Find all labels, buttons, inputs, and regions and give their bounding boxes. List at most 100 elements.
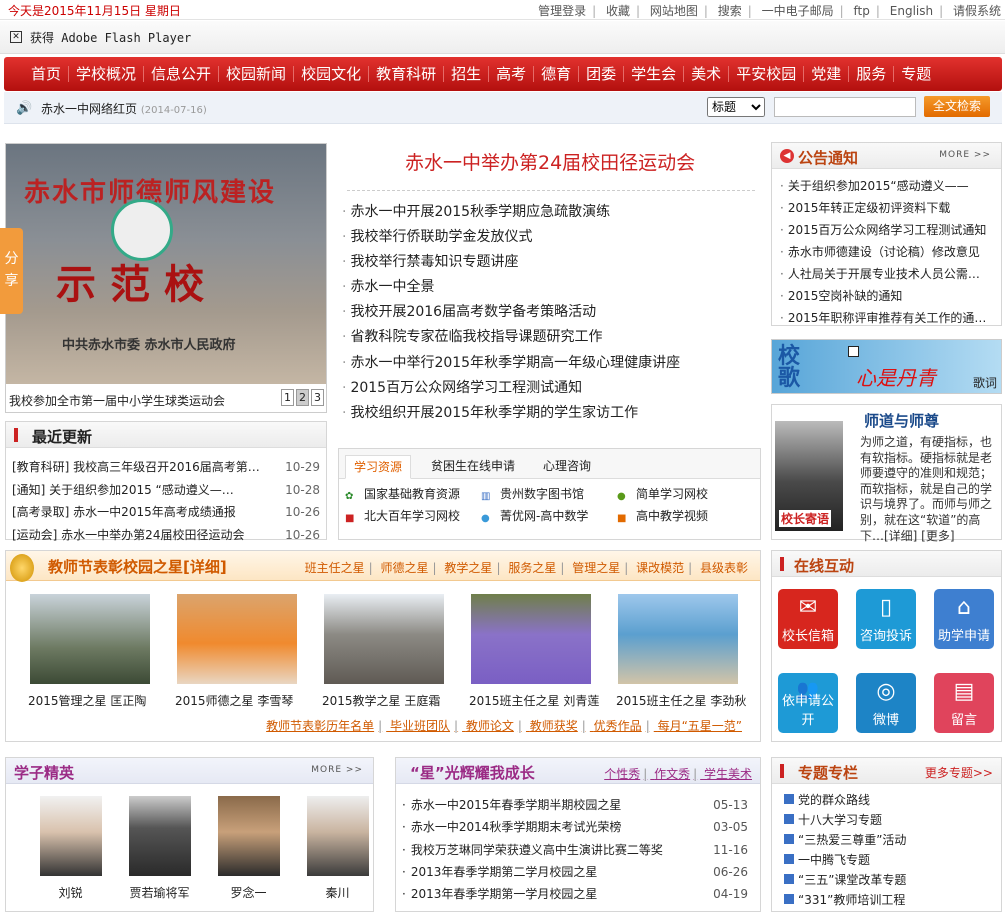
favorite-link[interactable]: 收藏 xyxy=(606,4,630,18)
teacher-card[interactable]: 2015班主任之星 刘青莲 xyxy=(469,594,616,709)
nav-art[interactable]: 美术 xyxy=(684,66,730,82)
search-input[interactable] xyxy=(774,97,916,117)
list-item[interactable]: 赤水一中2015年春季学期半期校园之星05-13 xyxy=(402,794,752,816)
cat-link[interactable]: 县级表彰 xyxy=(700,561,748,575)
news-item[interactable]: 赤水一中开展2015秋季学期应急疏散演练 xyxy=(342,200,680,225)
resource-link[interactable]: ✿ 国家基础教育资源 xyxy=(345,485,481,503)
topic-item[interactable]: “三五”课堂改革专题 xyxy=(784,870,1001,890)
nav-info-public[interactable]: 信息公开 xyxy=(144,66,220,82)
notice-item[interactable]: 2015年转正定级初评资料下载 xyxy=(780,197,996,219)
teacher-link[interactable]: 每月“五星一范” xyxy=(658,719,742,733)
cat-link[interactable]: 管理之星 xyxy=(572,561,620,575)
teacher-card[interactable]: 2015师德之星 李雪琴 xyxy=(175,594,322,709)
cat-link[interactable]: 师德之星 xyxy=(381,561,429,575)
fulltext-search-button[interactable]: 全文检索 xyxy=(924,96,990,117)
ticker-item[interactable]: 赤水一中网络红页 (2014-07-16) xyxy=(41,100,207,117)
nav-party[interactable]: 党建 xyxy=(804,66,850,82)
student-card[interactable]: 贾若瑜将军 xyxy=(115,796,204,901)
list-item[interactable]: [通知] 关于组织参加2015 “感动遵义—… 10-28 xyxy=(12,479,324,502)
notice-item[interactable]: 2015空岗补缺的通知 xyxy=(780,285,996,307)
login-link[interactable]: 管理登录 xyxy=(538,4,586,18)
teacher-stars-title[interactable]: 教师节表彰校园之星[详细] xyxy=(48,556,227,577)
headline-link[interactable]: 赤水一中举办第24届校田径运动会 xyxy=(405,148,695,175)
email-link[interactable]: 一中电子邮局 xyxy=(762,4,834,18)
teacher-card[interactable]: 2015班主任之星 李劲秋 xyxy=(616,594,763,709)
resource-link[interactable]: ● 简单学习网校 xyxy=(617,485,747,503)
list-item[interactable]: 2013年春季学期第一学月校园之星04-19 xyxy=(402,883,752,905)
nav-student-union[interactable]: 学生会 xyxy=(624,66,685,82)
list-item[interactable]: [高考录取] 赤水一中2015年高考成绩通报 10-26 xyxy=(12,501,324,524)
students-more-link[interactable]: MORE >> xyxy=(311,765,363,775)
news-item[interactable]: 我校举行侨联助学金发放仪式 xyxy=(342,225,680,250)
news-item[interactable]: 省教科院专家莅临我校指导课题研究工作 xyxy=(342,325,680,350)
topic-item[interactable]: “三热爱三尊重”活动 xyxy=(784,830,1001,850)
teacher-link[interactable]: 优秀作品 xyxy=(594,719,642,733)
resource-link[interactable]: ● 菁优网-高中数学 xyxy=(481,507,617,525)
notice-item[interactable]: 赤水市师德建设（讨论稿）修改意见 xyxy=(780,241,996,263)
notice-item[interactable]: 2015年职称评审推荐有关工作的通… xyxy=(780,307,996,329)
nav-research[interactable]: 教育科研 xyxy=(369,66,445,82)
message-button[interactable]: ▤ 留言 xyxy=(934,673,994,733)
cat-link[interactable]: 学生美术 xyxy=(704,767,752,781)
nav-moral[interactable]: 德育 xyxy=(534,66,580,82)
slide-page-2[interactable]: 2 xyxy=(296,389,309,406)
list-item[interactable]: 我校万芝琳同学荣获遵义高中生演讲比赛二等奖11-16 xyxy=(402,839,752,861)
teacher-card[interactable]: 2015教学之星 王庭霜 xyxy=(322,594,469,709)
sitemap-link[interactable]: 网站地图 xyxy=(650,4,698,18)
resource-link[interactable]: ■ 北大百年学习网校 xyxy=(345,507,481,525)
slide-caption[interactable]: 我校参加全市第一届中小学生球类运动会 xyxy=(9,392,225,409)
student-card[interactable]: 罗念一 xyxy=(204,796,293,901)
news-item[interactable]: 我校开展2016届高考数学备考策略活动 xyxy=(342,300,680,325)
nav-admission[interactable]: 招生 xyxy=(444,66,490,82)
slide-image[interactable]: 赤水市师德师风建设 示范校 中共赤水市委 赤水市人民政府 xyxy=(6,144,326,384)
resource-link[interactable]: ▥ 贵州数字图书馆 xyxy=(481,485,617,503)
cat-link[interactable]: 服务之星 xyxy=(508,561,556,575)
news-item[interactable]: 赤水一中举行2015年秋季学期高一年级心理健康讲座 xyxy=(342,351,680,376)
cat-link[interactable]: 个性秀 xyxy=(604,767,640,781)
tab-learning-resources[interactable]: 学习资源 xyxy=(345,455,412,479)
cat-link[interactable]: 班主任之星 xyxy=(305,561,365,575)
resource-link[interactable]: ■ 高中教学视频 xyxy=(617,507,747,525)
cat-link[interactable]: 课改模范 xyxy=(636,561,684,575)
notice-more-link[interactable]: MORE >> xyxy=(939,150,991,160)
ftp-link[interactable]: ftp xyxy=(854,4,870,18)
teacher-link[interactable]: 教师论文 xyxy=(466,719,514,733)
topic-item[interactable]: 一中腾飞专题 xyxy=(784,850,1001,870)
teacher-card[interactable]: 2015管理之星 匡正陶 xyxy=(28,594,175,709)
tab-psych-consult[interactable]: 心理咨询 xyxy=(535,455,599,479)
list-item[interactable]: 2013年春季学期第二学月校园之星06-26 xyxy=(402,861,752,883)
nav-home[interactable]: 首页 xyxy=(24,66,70,82)
nav-safe-campus[interactable]: 平安校园 xyxy=(729,66,805,82)
news-item[interactable]: 赤水一中全景 xyxy=(342,275,680,300)
tab-poverty-apply[interactable]: 贫困生在线申请 xyxy=(423,455,523,479)
aid-apply-button[interactable]: ⌂ 助学申请 xyxy=(934,589,994,649)
english-link[interactable]: English xyxy=(890,4,933,18)
school-song-banner[interactable]: 校歌 心是丹青 歌词 xyxy=(771,339,1002,394)
cat-link[interactable]: 教学之星 xyxy=(444,561,492,575)
notice-item[interactable]: 人社局关于开展专业技术人员公需… xyxy=(780,263,996,285)
news-item[interactable]: 我校组织开展2015年秋季学期的学生家访工作 xyxy=(342,401,680,426)
teacher-link[interactable]: 教师节表彰历年名单 xyxy=(266,719,374,733)
get-flash-link[interactable]: 获得 Adobe Flash Player xyxy=(30,29,191,46)
weibo-button[interactable]: ◎ 微博 xyxy=(856,673,916,733)
topic-item[interactable]: 党的群众路线 xyxy=(784,790,1001,810)
news-item[interactable]: 我校举行禁毒知识专题讲座 xyxy=(342,250,680,275)
search-type-select[interactable]: 标题 xyxy=(707,97,765,117)
share-tab[interactable]: 分享 xyxy=(0,228,23,314)
student-card[interactable]: 刘锐 xyxy=(26,796,115,901)
complaint-button[interactable]: ▯ 咨询投诉 xyxy=(856,589,916,649)
principal-mailbox-button[interactable]: ✉ 校长信箱 xyxy=(778,589,838,649)
nav-campus-news[interactable]: 校园新闻 xyxy=(219,66,295,82)
cat-link[interactable]: 作文秀 xyxy=(654,767,690,781)
slide-page-3[interactable]: 3 xyxy=(311,389,324,406)
search-link[interactable]: 搜索 xyxy=(718,4,742,18)
teacher-link[interactable]: 教师获奖 xyxy=(530,719,578,733)
nav-league[interactable]: 团委 xyxy=(579,66,625,82)
list-item[interactable]: [运动会] 赤水一中举办第24届校田径运动会 10-26 xyxy=(12,524,324,547)
disclosure-request-button[interactable]: 👥 依申请公开 xyxy=(778,673,838,733)
topic-item[interactable]: 十八大学习专题 xyxy=(784,810,1001,830)
topics-more-link[interactable]: 更多专题>> xyxy=(925,764,993,781)
leave-system-link[interactable]: 请假系统 xyxy=(953,4,1001,18)
nav-service[interactable]: 服务 xyxy=(849,66,895,82)
notice-item[interactable]: 2015百万公众网络学习工程测试通知 xyxy=(780,219,996,241)
